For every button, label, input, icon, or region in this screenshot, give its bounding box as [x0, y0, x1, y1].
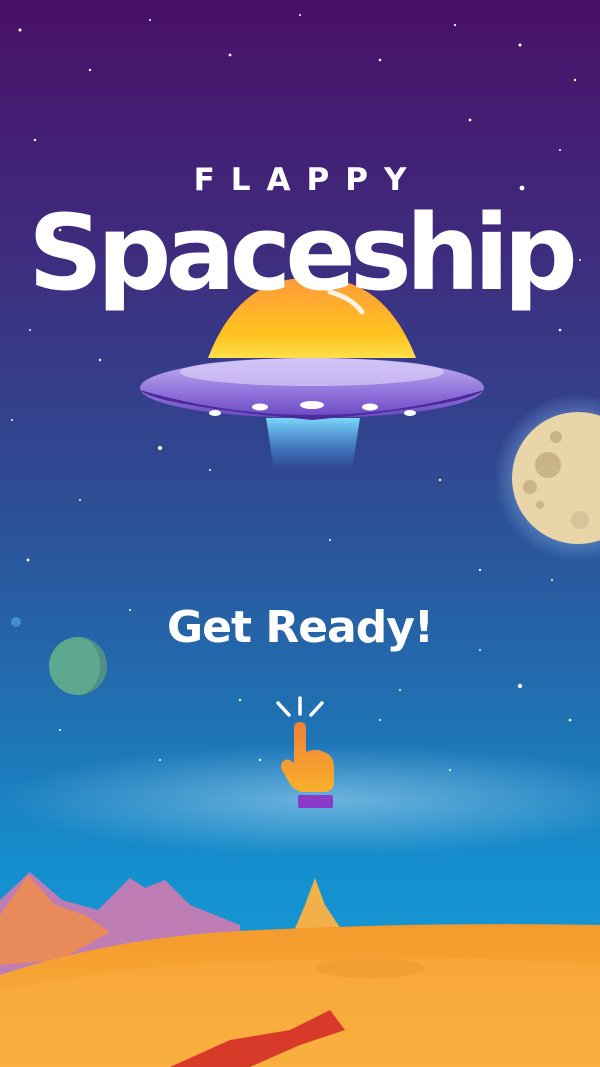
- game-screen[interactable]: FLAPPY Spaceship Get Ready!: [0, 0, 600, 1067]
- alien-desert: [0, 872, 600, 1067]
- game-scene: [0, 277, 600, 1067]
- get-ready-prompt: Get Ready!: [167, 602, 434, 653]
- title-big: Spaceship: [28, 192, 578, 314]
- moon-icon: [494, 394, 600, 562]
